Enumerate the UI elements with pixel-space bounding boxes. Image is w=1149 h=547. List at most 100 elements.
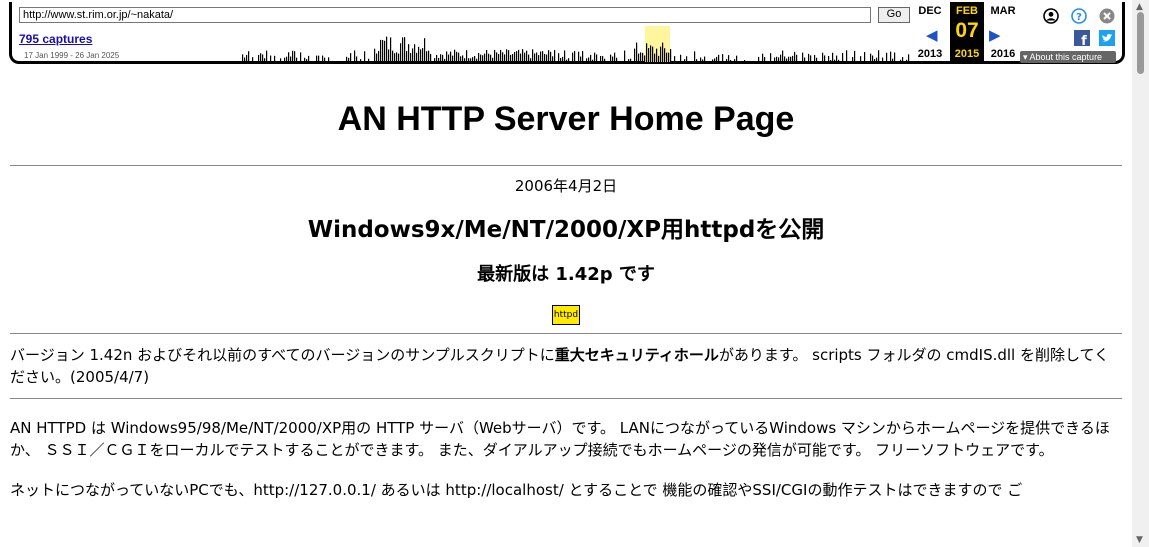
capture-bar [628,59,630,62]
svg-text:f: f [1081,34,1087,46]
prev-year-label[interactable]: 2013 [913,48,947,60]
capture-bar [770,53,772,62]
capture-bar [872,55,874,62]
capture-bar [534,53,536,62]
next-capture-icon[interactable]: ▶ [989,26,1001,44]
close-icon[interactable] [1099,8,1115,24]
capture-bar [304,57,306,62]
twitter-icon[interactable] [1099,30,1115,46]
scrollbar-thumb[interactable] [1137,12,1144,74]
capture-bar [466,50,468,62]
capture-bar [526,50,528,62]
help-icon[interactable]: ? [1071,8,1087,24]
vertical-scrollbar[interactable]: ▲ ▼ [1132,0,1149,547]
capture-bar [600,55,602,62]
capture-bar [376,53,378,62]
capture-bar [644,55,646,62]
capture-bar [468,58,470,62]
capture-bar [286,56,288,62]
capture-bar [788,56,790,62]
capture-bar [456,51,458,62]
next-month-label[interactable]: MAR [986,5,1020,17]
capture-bar [296,57,298,62]
facebook-icon[interactable]: f [1074,30,1090,46]
capture-bar [636,42,638,62]
capture-bar [624,50,626,62]
capture-bar [384,40,386,62]
capture-bar [562,56,564,62]
capture-bar [892,58,894,62]
current-capture-box: FEB 07 2015 [950,2,984,62]
current-year-label: 2015 [954,48,980,60]
prev-capture-icon[interactable]: ◀ [926,26,938,44]
capture-bar [778,57,780,62]
capture-bar [374,48,376,62]
capture-bar [454,49,456,62]
capture-bar [902,57,904,62]
capture-bar [664,48,666,62]
capture-bar [290,56,292,62]
capture-bar [474,55,476,62]
capture-bar [908,54,910,62]
capture-bar [590,54,592,62]
prev-month-label[interactable]: DEC [913,5,947,17]
capture-bar [382,40,384,62]
capture-bar [594,52,596,62]
capture-bar [316,55,318,62]
about-capture-button[interactable]: ▾ About this capture [1020,51,1116,63]
capture-bar [642,52,644,62]
capture-bar [878,50,880,62]
capture-bar [522,49,524,62]
capture-bar [834,59,836,62]
capture-bar [648,48,650,62]
page-content: AN HTTP Server Home Page 2006年4月2日 Windo… [10,70,1122,501]
capture-bar [400,43,402,62]
url-input[interactable]: http://www.st.rim.or.jp/~nakata/ [19,7,871,23]
scroll-down-icon[interactable]: ▼ [1136,535,1143,545]
capture-bar [640,52,642,62]
capture-bar [528,54,530,62]
capture-bar [402,37,404,62]
scroll-up-icon[interactable]: ▲ [1136,2,1143,12]
capture-bar [280,58,282,62]
capture-bar [274,55,276,62]
capture-bar [566,59,568,62]
capture-bar [502,52,504,62]
capture-bar [306,59,308,62]
capture-bar [686,56,688,62]
capture-bar [864,52,866,62]
capture-bar [490,54,492,62]
captures-link[interactable]: 795 captures [19,32,92,46]
capture-bar [764,57,766,62]
capture-bar [318,55,320,62]
capture-bar [810,55,812,62]
capture-bar [816,57,818,62]
capture-bar [380,39,382,62]
next-year-label[interactable]: 2016 [986,48,1020,60]
capture-bar [346,56,348,62]
capture-bar [734,59,736,62]
capture-bar [532,49,534,62]
capture-bar [408,44,410,62]
capture-bar [714,58,716,62]
capture-bar [248,51,250,62]
user-icon[interactable] [1043,8,1059,24]
capture-bar [704,56,706,62]
capture-bar [792,55,794,62]
capture-sparkline[interactable] [132,26,912,62]
capture-bar [436,54,438,62]
go-button[interactable]: Go [878,7,910,23]
httpd-badge-icon[interactable]: httpd [552,305,580,325]
capture-bar [712,59,714,62]
capture-bar [814,55,816,62]
capture-bar [544,53,546,62]
capture-bar [804,57,806,62]
capture-bar [514,51,516,62]
capture-bar [472,57,474,62]
capture-bar [794,51,796,62]
capture-bar [486,49,488,62]
capture-bar [512,54,514,62]
capture-bar [828,56,830,62]
capture-bar [670,49,672,62]
divider [10,165,1122,166]
